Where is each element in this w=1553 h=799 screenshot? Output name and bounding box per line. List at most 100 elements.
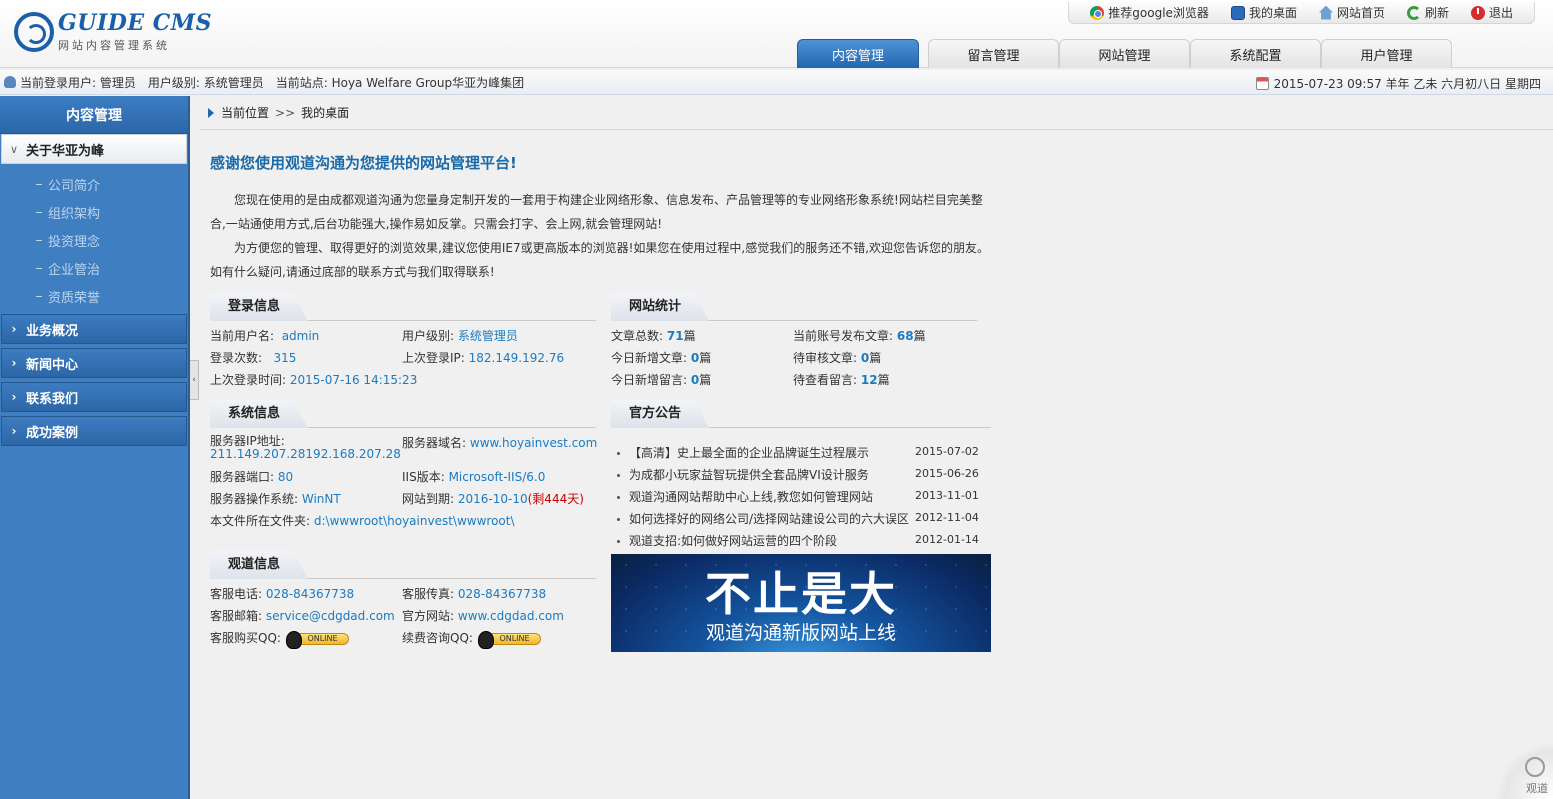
tab-content-management[interactable]: 内容管理 xyxy=(797,39,919,68)
official-site-link[interactable]: 官方网站: www.cdgdad.com xyxy=(402,607,564,624)
stat-pending-articles: 待审核文章: 0篇 xyxy=(793,351,882,365)
buy-qq: 客服购买QQ: ONLINE xyxy=(210,629,349,649)
sidebar-group-label: 业务概况 xyxy=(26,323,79,339)
server-ip: 211.149.207.28192.168.207.28 xyxy=(210,447,401,461)
sidebar-title: 内容管理 xyxy=(0,96,188,134)
recommend-chrome-label: 推荐google浏览器 xyxy=(1108,6,1209,20)
iis-version: IIS版本: Microsoft-IIS/6.0 xyxy=(402,470,546,484)
site-expiry: 网站到期: 2016-10-10(剩444天) xyxy=(402,492,584,506)
sidebar-group-about[interactable]: ∨ 关于华亚为峰 xyxy=(1,134,187,164)
sidebar-group-business[interactable]: › 业务概况 xyxy=(1,314,187,344)
panel-title: 登录信息 xyxy=(210,293,596,321)
notice-date: 2012-01-14 xyxy=(915,533,979,546)
banner-subline: 观道沟通新版网站上线 xyxy=(705,622,896,644)
sidebar-group-news[interactable]: › 新闻中心 xyxy=(1,348,187,378)
logo[interactable]: GUIDE CMS 网站内容管理系统 xyxy=(12,10,212,58)
user-icon xyxy=(4,76,16,88)
welcome-text: 您现在使用的是由成都观道沟通为您量身定制开发的一套用于构建企业网络形象、信息发布… xyxy=(210,188,995,284)
top-links: 推荐google浏览器 我的桌面 网站首页 刷新 退出 xyxy=(1068,2,1535,24)
stat-today-articles: 今日新增文章: 0篇 xyxy=(611,351,712,365)
panel-title: 系统信息 xyxy=(210,400,596,428)
qq-online-button[interactable]: ONLINE xyxy=(285,630,349,649)
login-info-panel: 登录信息 当前用户名: admin 用户级别: 系统管理员 登录次数: 315 … xyxy=(210,293,596,393)
service-fax: 客服传真: 028-84367738 xyxy=(402,587,547,601)
tab-site-management[interactable]: 网站管理 xyxy=(1059,39,1190,68)
bullet-icon xyxy=(617,452,620,455)
sidebar-item-organization[interactable]: 组织架构 xyxy=(0,198,188,226)
current-user-text: 当前登录用户: 管理员 xyxy=(20,75,136,90)
official-notice-title: 官方公告 xyxy=(611,400,710,428)
bullet-icon xyxy=(617,474,620,477)
tab-user-management[interactable]: 用户管理 xyxy=(1321,39,1452,68)
site-stats-title: 网站统计 xyxy=(611,293,710,321)
notice-item[interactable]: 观道沟通网站帮助中心上线,教您如何管理网站 xyxy=(617,488,873,505)
last-login-time: 上次登录时间: 2015-07-16 14:15:23 xyxy=(210,373,418,387)
service-email[interactable]: 客服邮箱: service@cdgdad.com xyxy=(210,607,395,624)
logo-mark-icon xyxy=(14,12,54,52)
renew-qq: 续费咨询QQ: ONLINE xyxy=(402,629,541,649)
last-login-ip: 上次登录IP: 182.149.192.76 xyxy=(402,351,565,365)
chrome-icon xyxy=(1090,5,1105,20)
sidebar-item-governance[interactable]: 企业管治 xyxy=(0,254,188,282)
notice-date: 2013-11-01 xyxy=(915,489,979,502)
tab-system-config[interactable]: 系统配置 xyxy=(1190,39,1321,68)
notice-item[interactable]: 观道支招:如何做好网站运营的四个阶段 xyxy=(617,532,837,549)
login-level: 用户级别: 系统管理员 xyxy=(402,329,518,343)
sidebar-item-investment[interactable]: 投资理念 xyxy=(0,226,188,254)
server-port: 服务器端口: 80 xyxy=(210,470,294,484)
sidebar-item-label: 公司简介 xyxy=(48,178,101,194)
breadcrumb: 当前位置 >> 我的桌面 xyxy=(200,96,1553,130)
corner-logo[interactable]: 观道 xyxy=(1497,743,1553,799)
recommend-chrome-link[interactable]: 推荐google浏览器 xyxy=(1079,2,1220,23)
server-os: 服务器操作系统: WinNT xyxy=(210,492,341,506)
bullet-icon xyxy=(617,540,620,543)
desktop-icon xyxy=(1230,5,1245,20)
login-info-title: 登录信息 xyxy=(210,293,309,321)
calendar-icon xyxy=(1255,77,1269,90)
dash-icon xyxy=(36,183,42,185)
panel-title: 官方公告 xyxy=(611,400,991,428)
stat-today-messages: 今日新增留言: 0篇 xyxy=(611,373,712,387)
site-home-link[interactable]: 网站首页 xyxy=(1308,2,1396,23)
logout-label: 退出 xyxy=(1488,6,1513,20)
sidebar: 内容管理 ∨ 关于华亚为峰 公司简介 组织架构 投资理念 企业管治 资质荣誉 ›… xyxy=(0,96,190,799)
dash-icon xyxy=(36,267,42,269)
notice-item[interactable]: 如何选择好的网络公司/选择网站建设公司的六大误区 xyxy=(617,510,909,527)
chevron-down-icon: ∨ xyxy=(9,142,19,156)
welcome-title: 感谢您使用观道沟通为您提供的网站管理平台! xyxy=(210,154,517,172)
logo-subtitle: 网站内容管理系统 xyxy=(58,39,170,52)
stat-total-articles: 文章总数: 71篇 xyxy=(611,329,696,343)
header: GUIDE CMS 网站内容管理系统 推荐google浏览器 我的桌面 网站首页… xyxy=(0,0,1553,68)
system-info-panel: 系统信息 服务器IP地址: 211.149.207.28192.168.207.… xyxy=(210,400,597,530)
chevron-left-icon: ‹ xyxy=(192,375,196,385)
site-stats-panel: 网站统计 文章总数: 71篇 当前账号发布文章: 68篇 今日新增文章: 0篇 … xyxy=(611,293,977,393)
tab-message-management[interactable]: 留言管理 xyxy=(928,39,1059,68)
my-desktop-link[interactable]: 我的桌面 xyxy=(1220,2,1308,23)
notice-item[interactable]: 为成都小玩家益智玩提供全套品牌VI设计服务 xyxy=(617,466,869,483)
breadcrumb-current[interactable]: 我的桌面 xyxy=(301,104,349,121)
sidebar-group-contact[interactable]: › 联系我们 xyxy=(1,382,187,412)
sidebar-item-company-profile[interactable]: 公司简介 xyxy=(0,170,188,198)
triangle-right-icon xyxy=(208,107,214,118)
refresh-link[interactable]: 刷新 xyxy=(1396,2,1460,23)
notice-date: 2015-07-02 xyxy=(915,445,979,458)
promo-banner[interactable]: 不止是大 观道沟通新版网站上线 xyxy=(611,554,991,652)
sidebar-item-honors[interactable]: 资质荣誉 xyxy=(0,282,188,310)
exit-icon xyxy=(1470,5,1485,20)
logout-link[interactable]: 退出 xyxy=(1460,2,1524,23)
sidebar-group-cases[interactable]: › 成功案例 xyxy=(1,416,187,446)
sidebar-item-label: 资质荣誉 xyxy=(48,290,101,306)
current-site-text: 当前站点: Hoya Welfare Group华亚为峰集团 xyxy=(275,75,525,90)
notice-date: 2012-11-04 xyxy=(915,511,979,524)
corner-logo-label: 观道 xyxy=(1526,782,1548,795)
user-level-text: 用户级别: 系统管理员 xyxy=(147,75,264,90)
login-username: 当前用户名: admin xyxy=(210,329,320,343)
sidebar-item-label: 组织架构 xyxy=(48,206,101,222)
refresh-icon xyxy=(1406,5,1421,20)
qq-online-button[interactable]: ONLINE xyxy=(477,630,541,649)
guandao-info-panel: 观道信息 客服电话: 028-84367738 客服传真: 028-843677… xyxy=(210,551,596,651)
dash-icon xyxy=(36,239,42,241)
notice-item[interactable]: 【高清】史上最全面的企业品牌诞生过程展示 xyxy=(617,444,869,461)
breadcrumb-separator: >> xyxy=(275,105,296,120)
sidebar-collapse-handle[interactable]: ‹ xyxy=(190,360,199,400)
